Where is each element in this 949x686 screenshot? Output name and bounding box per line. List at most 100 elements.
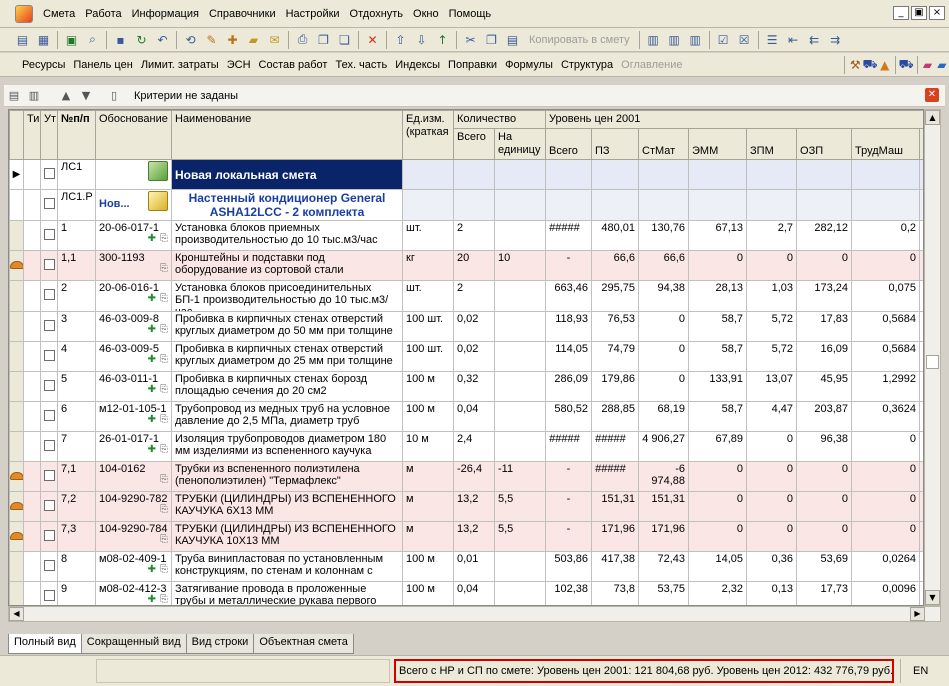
- qty-total-cell[interactable]: 0,02: [453, 341, 495, 372]
- align-icon[interactable]: ☰: [762, 30, 783, 50]
- table-row[interactable]: 4 46-03-009-5 ✚ ⎘ Пробивка в кирпичных стена…: [9, 341, 923, 372]
- book-pink-icon[interactable]: ▰: [920, 55, 934, 75]
- ut-cell[interactable]: [40, 159, 58, 190]
- restore-button[interactable]: ▣: [911, 6, 927, 20]
- basis-cell[interactable]: 20-06-017-1 ✚ ⎘: [95, 220, 172, 251]
- filter-doc-icon[interactable]: ▯: [104, 87, 124, 105]
- ut-cell[interactable]: [40, 311, 58, 342]
- basis-header[interactable]: Обоснование: [95, 110, 172, 160]
- add-item-icon[interactable]: ✚: [222, 30, 243, 50]
- vertical-scroll-thumb[interactable]: [926, 355, 939, 369]
- delete-icon[interactable]: ✕: [362, 30, 383, 50]
- table-row[interactable]: ЛС1.Р Нов... Настенный кондиционер General…: [9, 189, 923, 221]
- close-filter-icon[interactable]: ✕: [925, 88, 939, 102]
- basis-cell[interactable]: 46-03-011-1 ✚ ⎘: [95, 371, 172, 402]
- qty-per-unit-cell[interactable]: [493, 551, 547, 582]
- qty-total-cell[interactable]: 20: [453, 250, 495, 281]
- row-checkbox[interactable]: [43, 409, 55, 421]
- row-checkbox[interactable]: [43, 469, 55, 481]
- machine-icon[interactable]: ⛟: [899, 55, 914, 75]
- ut-cell[interactable]: [40, 521, 58, 552]
- ut-cell[interactable]: [40, 461, 58, 492]
- recalc-icon[interactable]: ⟲: [180, 30, 201, 50]
- name-cell[interactable]: Пробивка в кирпичных стенах борозд площа…: [171, 371, 403, 402]
- work-composition-button[interactable]: Состав работ: [255, 59, 332, 71]
- table-row[interactable]: 3 46-03-009-8 ✚ ⎘ Пробивка в кирпичных стена…: [9, 311, 923, 342]
- qty-total-cell[interactable]: 2: [453, 220, 495, 251]
- attachment-icon[interactable]: ⎘: [160, 594, 168, 605]
- ut-cell[interactable]: [40, 220, 58, 251]
- menu-nastroyki[interactable]: Настройки: [281, 0, 345, 27]
- paste-rows-icon[interactable]: ❏: [334, 30, 355, 50]
- attachment-icon[interactable]: ⎘: [160, 233, 168, 244]
- truck-icon[interactable]: ⛟: [862, 55, 877, 75]
- basis-cell[interactable]: м12-01-105-1 ✚ ⎘: [95, 401, 172, 432]
- table-row[interactable]: 5 46-03-011-1 ✚ ⎘ Пробивка в кирпичных стена…: [9, 371, 923, 402]
- copy-to-estimate-button[interactable]: Копировать в смету: [523, 34, 636, 46]
- ut-cell[interactable]: [40, 250, 58, 281]
- menu-rabota[interactable]: Работа: [80, 0, 126, 27]
- basis-cell[interactable]: 46-03-009-8 ✚ ⎘: [95, 311, 172, 342]
- row-checkbox[interactable]: [43, 349, 55, 361]
- app-logo-icon[interactable]: [15, 4, 33, 23]
- menu-otdohnut[interactable]: Отдохнуть: [345, 0, 409, 27]
- search-icon[interactable]: ⌕: [82, 30, 103, 50]
- qty-per-unit-cell[interactable]: [493, 341, 547, 372]
- qty-total-cell[interactable]: 0,04: [453, 581, 495, 605]
- trudmash-header[interactable]: ТрудМаш: [851, 128, 921, 160]
- table-row[interactable]: 6 м12-01-105-1 ✚ ⎘ Трубопровод из медных тру…: [9, 401, 923, 432]
- qty-total-header[interactable]: Всего: [453, 128, 495, 160]
- indexes-button[interactable]: Индексы: [391, 59, 444, 71]
- ozp-header[interactable]: ОЗП: [796, 128, 853, 160]
- qty-per-unit-cell[interactable]: [493, 401, 547, 432]
- contents-button[interactable]: Оглавление: [617, 59, 686, 71]
- row-checkbox[interactable]: [43, 198, 55, 209]
- row-checkbox[interactable]: [43, 499, 55, 511]
- name-cell[interactable]: ТРУБКИ (ЦИЛИНДРЫ) ИЗ ВСПЕНЕННОГО КАУЧУКА…: [171, 491, 403, 522]
- ut-cell[interactable]: [40, 189, 58, 221]
- plus-icon[interactable]: ✚: [148, 564, 156, 575]
- attachment-icon[interactable]: ⎘: [160, 384, 168, 395]
- tree-icon[interactable]: ▦: [33, 30, 54, 50]
- save-icon[interactable]: ▪: [110, 30, 131, 50]
- ut-header[interactable]: Ут: [40, 110, 58, 160]
- tab-short-view[interactable]: Сокращенный вид: [80, 634, 187, 654]
- table-row[interactable]: 8 м08-02-409-1 ✚ ⎘ Труба винипластовая по ус…: [9, 551, 923, 582]
- qty-per-unit-cell[interactable]: [493, 220, 547, 251]
- table-row[interactable]: 7,2 104-9290-782 ⎘ ТРУБКИ (ЦИЛИНДРЫ) ИЗ ВСП…: [9, 491, 923, 522]
- qty-per-unit-cell[interactable]: [493, 581, 547, 605]
- expand-tree-icon[interactable]: ▤: [4, 87, 24, 105]
- plus-icon[interactable]: ✚: [148, 594, 156, 605]
- attachment-icon[interactable]: ⎘: [160, 504, 168, 515]
- comment-icon[interactable]: ✉: [264, 30, 285, 50]
- name-header[interactable]: Наименование: [171, 110, 403, 160]
- pp-icon[interactable]: ▥: [685, 30, 706, 50]
- vertical-scrollbar[interactable]: ▲ ▼: [924, 109, 941, 606]
- excel-icon[interactable]: ▣: [61, 30, 82, 50]
- price-total-header[interactable]: Всего: [545, 128, 593, 160]
- row-checkbox[interactable]: [43, 529, 55, 541]
- qty-per-unit-cell[interactable]: [493, 431, 547, 462]
- table-row[interactable]: 2 20-06-016-1 ✚ ⎘ Установка блоков присоедин…: [9, 280, 923, 312]
- basis-cell[interactable]: 46-03-009-5 ✚ ⎘: [95, 341, 172, 372]
- tools-icon[interactable]: ✎: [201, 30, 222, 50]
- unit-header[interactable]: Ед.изм. (краткая: [402, 110, 454, 160]
- scroll-down-icon[interactable]: ▼: [925, 590, 940, 605]
- pc-icon[interactable]: ▥: [643, 30, 664, 50]
- qty-per-unit-cell[interactable]: [493, 311, 547, 342]
- new-estimate-icon[interactable]: ▤: [12, 30, 33, 50]
- zpm-header[interactable]: ЗПМ: [746, 128, 798, 160]
- ut-cell[interactable]: [40, 401, 58, 432]
- ut-cell[interactable]: [40, 371, 58, 402]
- attachment-icon[interactable]: ⎘: [160, 444, 168, 455]
- basis-cell[interactable]: 26-01-017-1 ✚ ⎘: [95, 431, 172, 462]
- plus-icon[interactable]: ✚: [148, 293, 156, 304]
- qty-total-cell[interactable]: -26,4: [453, 461, 495, 492]
- scroll-up-icon[interactable]: ▲: [925, 110, 940, 125]
- row-checkbox[interactable]: [43, 589, 55, 601]
- name-cell[interactable]: Кронштейны и подставки под оборудование …: [171, 250, 403, 281]
- refresh-icon[interactable]: ↻: [131, 30, 152, 50]
- plus-icon[interactable]: ✚: [148, 384, 156, 395]
- close-button[interactable]: ×: [929, 6, 945, 20]
- name-cell[interactable]: Изоляция трубопроводов диаметром 180 мм …: [171, 431, 403, 462]
